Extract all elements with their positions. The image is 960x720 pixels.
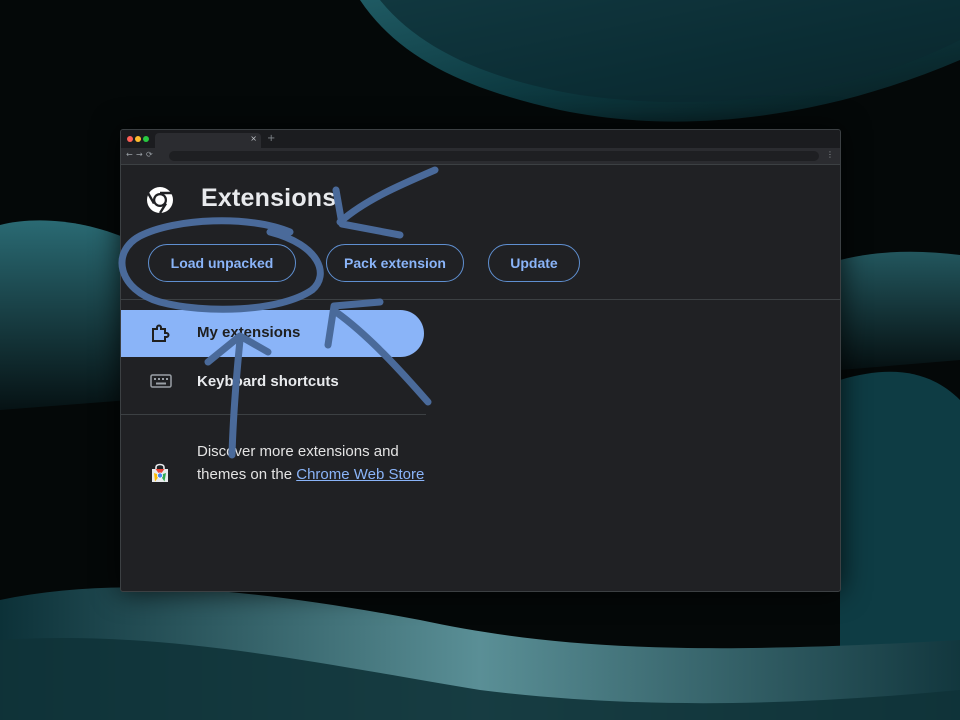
close-window-button[interactable] — [127, 136, 133, 142]
keyboard-icon — [150, 374, 172, 388]
load-unpacked-button[interactable]: Load unpacked — [148, 244, 296, 282]
tab-close-icon[interactable]: × — [250, 134, 257, 143]
extensions-header: Extensions Load unpacked Pack extension … — [121, 165, 840, 300]
sidebar-item-my-extensions[interactable]: My extensions — [121, 310, 424, 357]
sidebar-item-label: My extensions — [197, 324, 301, 341]
chrome-web-store-link[interactable]: Chrome Web Store — [296, 466, 424, 483]
back-icon[interactable]: ← — [126, 150, 133, 159]
tab-strip: × + — [121, 130, 840, 148]
address-bar[interactable] — [169, 151, 819, 161]
puzzle-icon — [152, 324, 170, 342]
reload-icon[interactable]: ⟳ — [146, 150, 153, 159]
web-store-promo: Discover more extensions and themes on t… — [197, 440, 427, 486]
browser-window: × + ← → ⟳ ⋮ Extensions Load unpacked Pac… — [120, 129, 841, 592]
forward-icon[interactable]: → — [136, 150, 143, 159]
web-store-icon — [152, 463, 168, 482]
browser-tab[interactable]: × — [155, 133, 261, 148]
update-button[interactable]: Update — [488, 244, 580, 282]
page-title: Extensions — [201, 184, 337, 212]
new-tab-button[interactable]: + — [267, 133, 275, 144]
pack-extension-button[interactable]: Pack extension — [326, 244, 464, 282]
sidebar-item-keyboard-shortcuts[interactable]: Keyboard shortcuts — [121, 359, 424, 406]
browser-toolbar: ← → ⟳ ⋮ — [121, 148, 840, 165]
chrome-logo-icon — [146, 187, 173, 214]
maximize-window-button[interactable] — [143, 136, 149, 142]
sidebar-divider — [121, 414, 426, 415]
sidebar-item-label: Keyboard shortcuts — [197, 373, 339, 390]
browser-menu-icon[interactable]: ⋮ — [826, 150, 834, 159]
header-divider — [121, 299, 840, 300]
minimize-window-button[interactable] — [135, 136, 141, 142]
